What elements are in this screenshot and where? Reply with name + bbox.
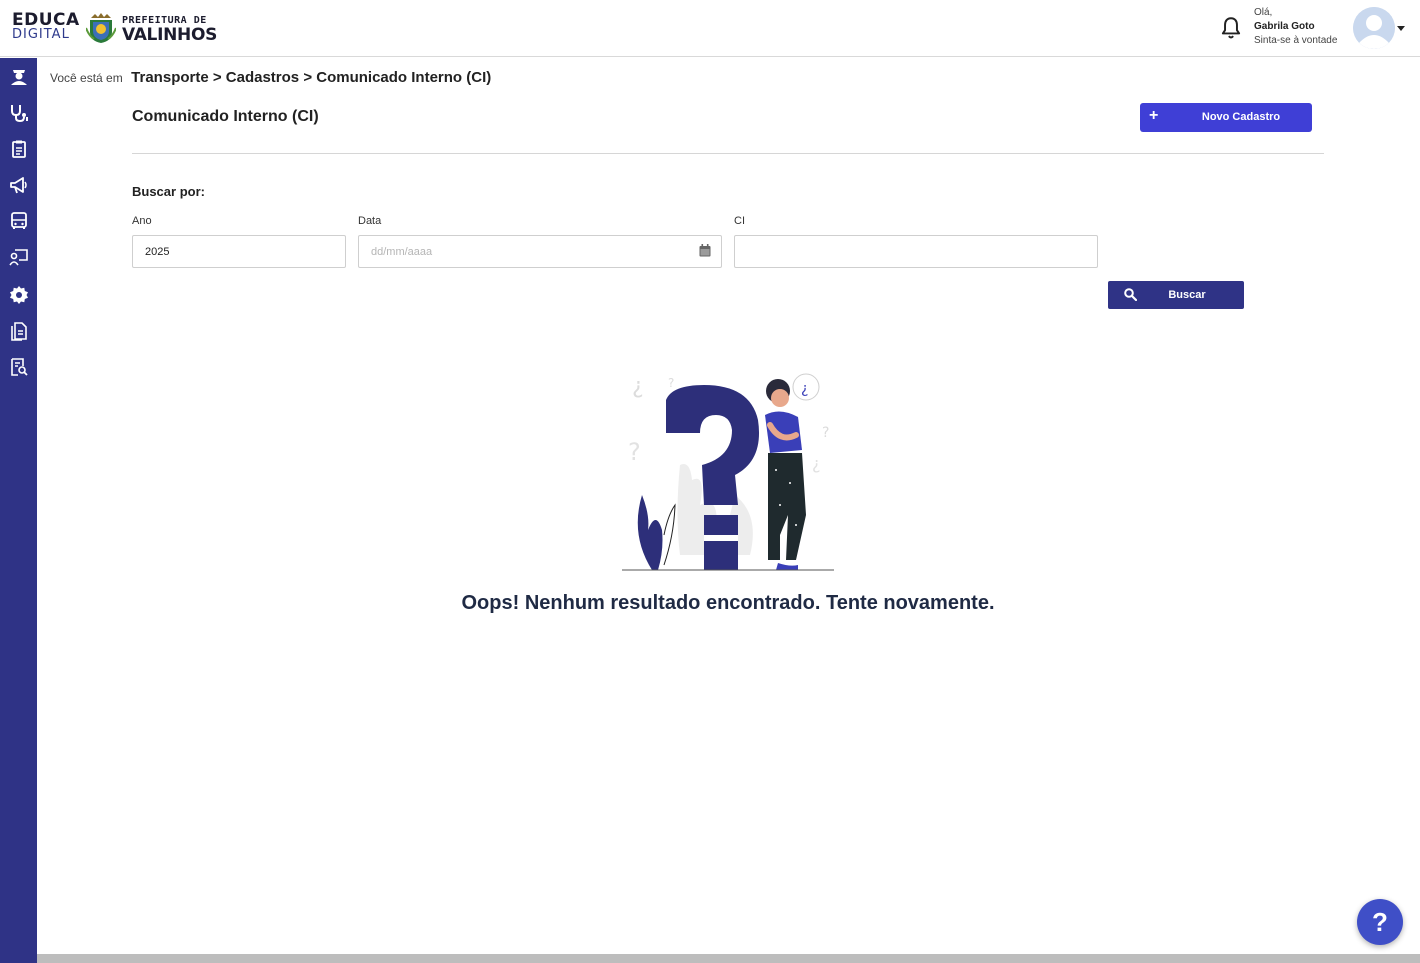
svg-text:¿: ¿ (801, 381, 808, 397)
horizontal-scrollbar[interactable] (37, 954, 1420, 963)
svg-text:?: ? (628, 438, 641, 466)
ano-label: Ano (132, 215, 152, 227)
divider (132, 153, 1324, 154)
logo-line-2: DIGITAL (12, 27, 70, 42)
calendar-icon[interactable] (699, 244, 711, 257)
megaphone-icon[interactable] (8, 174, 29, 195)
search-by-heading: Buscar por: (132, 184, 205, 199)
presentation-icon[interactable] (8, 246, 29, 267)
svg-text:?: ? (668, 376, 674, 390)
search-button[interactable]: Buscar (1108, 281, 1244, 309)
breadcrumb: Você está em Transporte > Cadastros > Co… (50, 69, 491, 87)
date-input[interactable] (358, 235, 722, 268)
svg-text:¿: ¿ (812, 454, 821, 473)
pref-line-2: VALINHOS (122, 25, 218, 45)
bus-icon[interactable] (8, 210, 29, 231)
documents-icon[interactable] (8, 320, 29, 341)
help-button[interactable]: ? (1357, 899, 1403, 945)
sidebar (0, 58, 37, 963)
educa-digital-logo[interactable]: EDUCA DIGITAL (12, 10, 80, 42)
svg-text:¿: ¿ (632, 374, 644, 399)
user-avatar-icon (1353, 7, 1395, 49)
page-title: Comunicado Interno (CI) (132, 108, 319, 125)
prefeitura-valinhos-logo: PREFEITURA DE VALINHOS (122, 15, 218, 45)
new-record-label: Novo Cadastro (1201, 111, 1281, 123)
graduate-icon[interactable] (8, 66, 29, 87)
new-record-button[interactable]: + Novo Cadastro (1140, 103, 1312, 132)
user-greeting: Olá, Gabrila Goto Sinta-se à vontade (1254, 6, 1337, 48)
top-header: EDUCA DIGITAL PREFEITURA DE VALINHOS Olá… (0, 0, 1420, 57)
user-name: Gabrila Goto (1254, 21, 1315, 32)
greeting-text: Olá, (1254, 7, 1273, 18)
tagline-text: Sinta-se à vontade (1254, 35, 1338, 46)
logo-line-1: EDUCA (12, 10, 80, 30)
breadcrumb-prefix: Você está em (50, 71, 123, 85)
breadcrumb-path[interactable]: Transporte > Cadastros > Comunicado Inte… (131, 69, 491, 86)
stethoscope-icon[interactable] (8, 102, 29, 123)
bell-icon[interactable] (1218, 15, 1244, 41)
svg-text:?: ? (822, 425, 829, 441)
report-search-icon[interactable] (8, 356, 29, 377)
ano-input[interactable] (132, 235, 346, 268)
user-menu-chevron-down-icon[interactable] (1397, 26, 1405, 31)
empty-state-message: Oops! Nenhum resultado encontrado. Tente… (461, 592, 995, 614)
ci-label: CI (734, 215, 745, 227)
search-label: Buscar (1168, 289, 1206, 301)
no-results-illustration: ¿ ? ? ? ¿ ¿ (622, 373, 834, 571)
data-label: Data (358, 215, 382, 227)
valinhos-crest-icon (86, 13, 116, 43)
ci-input[interactable] (734, 235, 1098, 268)
clipboard-icon[interactable] (8, 138, 29, 159)
gear-icon[interactable] (8, 284, 29, 305)
avatar[interactable] (1353, 7, 1395, 49)
